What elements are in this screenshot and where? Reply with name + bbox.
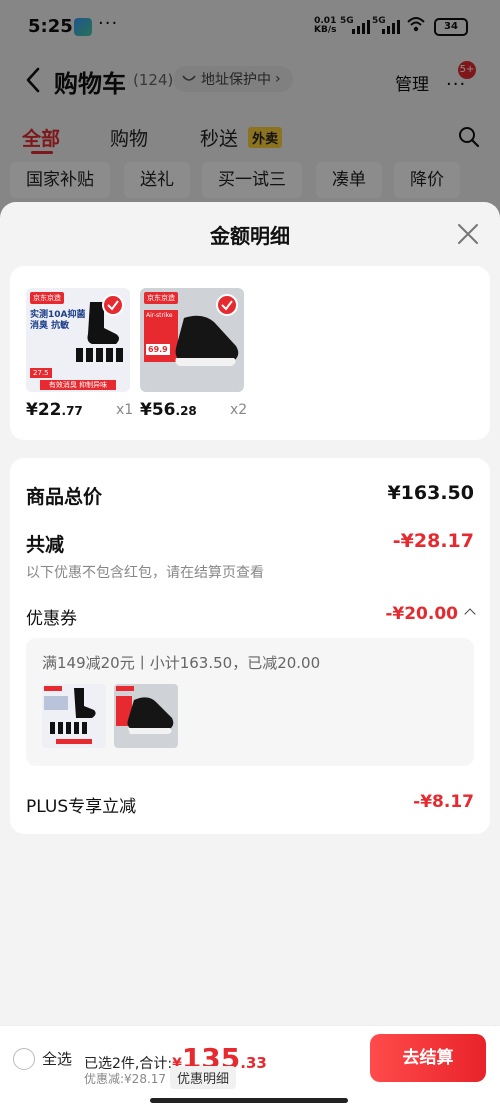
- shoe-illustration: [175, 315, 239, 366]
- total-reduction-label: 共减: [26, 534, 65, 556]
- plus-discount-value: -¥8.17: [413, 792, 474, 812]
- total-reduction-value: -¥28.17: [392, 530, 474, 552]
- product-image-line2: 消臭 抗敏: [30, 321, 70, 331]
- price-decimal: .28: [175, 404, 197, 418]
- discount-summary: 优惠减:¥28.17: [84, 1072, 167, 1086]
- sheet-header: 金额明细: [0, 202, 500, 266]
- product-image: 京东京造 Air-strike 69.9: [140, 288, 244, 392]
- plus-discount-label: PLUS专享立减: [26, 797, 137, 817]
- product-item[interactable]: 京东京造 Air-strike 69.9 ¥56.28 x2: [140, 288, 247, 420]
- price-integer: 22: [37, 400, 62, 420]
- coupon-label: 优惠券: [26, 609, 77, 629]
- checkout-bar: 全选 已选2件,合计:¥135.33 优惠减:¥28.17 优惠明细 去结算: [0, 1025, 500, 1112]
- product-item[interactable]: 京东京造 实测10A抑菌 消臭 抗敏 27.5 有效消臭 抑制异味 ¥22.77…: [26, 288, 133, 420]
- coupon-value: -¥20.00: [385, 604, 458, 624]
- reduction-note: 以下优惠不包含红包，请在结算页查看: [26, 565, 264, 581]
- chevron-up-icon: [464, 608, 476, 620]
- product-price: ¥56.28: [140, 400, 197, 420]
- product-image: 京东京造 实测10A抑菌 消臭 抗敏 27.5 有效消臭 抑制异味: [26, 288, 130, 392]
- select-all-checkbox[interactable]: [13, 1048, 35, 1070]
- select-all-label[interactable]: 全选: [42, 1048, 72, 1069]
- amount-detail-sheet: 金额明细 京东京造 实测10A抑菌 消臭 抗敏 27.5 有效消臭 抑制异味 ¥…: [0, 202, 500, 1025]
- goods-total-label: 商品总价: [26, 486, 103, 508]
- product-quantity: x1: [116, 402, 134, 418]
- goods-total-value: ¥163.50: [387, 482, 474, 504]
- brand-tag: 京东京造: [144, 292, 178, 304]
- checkout-button[interactable]: 去结算: [370, 1034, 486, 1082]
- product-price: ¥22.77: [26, 400, 83, 420]
- brand-tag: 京东京造: [30, 292, 64, 304]
- price-breakdown-card: 商品总价 ¥163.50 共减 -¥28.17 以下优惠不包含红包，请在结算页查…: [10, 458, 490, 834]
- close-icon[interactable]: [456, 222, 480, 246]
- discount-detail-button[interactable]: 优惠明细: [170, 1066, 237, 1089]
- coupon-description: 满149减20元丨小计163.50，已减20.00: [42, 654, 321, 672]
- price-integer: 56: [151, 400, 176, 420]
- price-symbol: ¥: [26, 400, 38, 420]
- price-tag: 27.5: [30, 368, 52, 378]
- product-footer-text: 有效消臭 抑制异味: [40, 380, 116, 390]
- coupon-detail-box: 满149减20元丨小计163.50，已减20.00: [26, 638, 474, 766]
- modal-overlay[interactable]: [0, 0, 500, 230]
- sheet-title: 金额明细: [210, 224, 290, 248]
- selected-products-card: 京东京造 实测10A抑菌 消臭 抗敏 27.5 有效消臭 抑制异味 ¥22.77…: [10, 266, 490, 440]
- home-indicator[interactable]: [150, 1098, 348, 1103]
- coupon-product-thumb: [114, 684, 178, 748]
- selected-check-icon: [216, 294, 238, 316]
- price-symbol: ¥: [140, 400, 152, 420]
- price-tag: 69.9: [146, 344, 170, 355]
- coupon-toggle[interactable]: -¥20.00: [385, 604, 476, 624]
- total-decimal: .33: [240, 1054, 267, 1072]
- price-decimal: .77: [61, 404, 83, 418]
- coupon-product-thumb: [42, 684, 106, 748]
- product-quantity: x2: [230, 402, 248, 418]
- selected-check-icon: [102, 294, 124, 316]
